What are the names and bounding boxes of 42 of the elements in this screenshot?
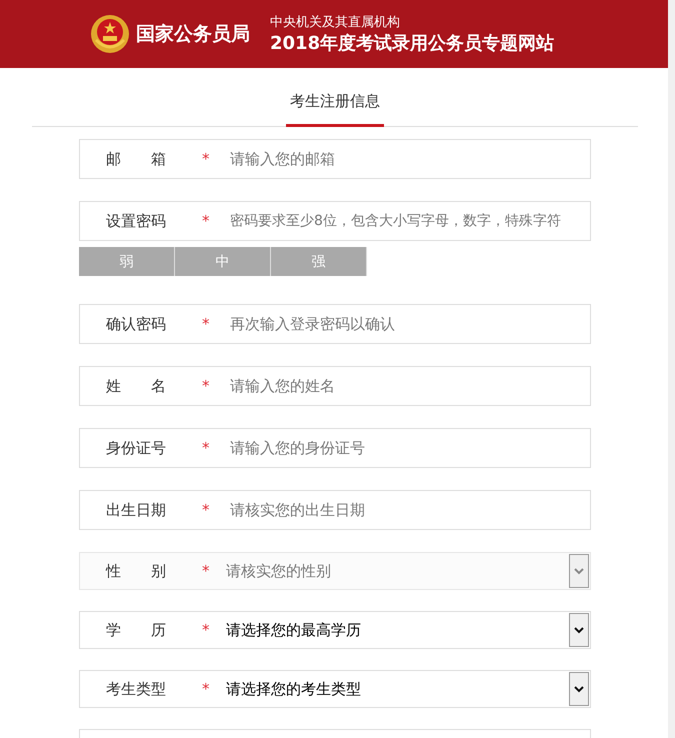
- input-field[interactable]: 请输入您的邮箱: [230, 150, 590, 168]
- field-label: 性 别: [106, 562, 167, 580]
- strength-segment: 强: [271, 247, 367, 276]
- required-mark: *: [202, 501, 210, 519]
- text-field[interactable]: 身份证号 * 请输入您的身份证号: [79, 428, 591, 468]
- select-value: 请核实您的性别: [226, 562, 332, 580]
- input-field[interactable]: 请输入您的身份证号: [230, 439, 590, 457]
- field-label: 学 历: [106, 620, 167, 640]
- required-mark: *: [202, 377, 210, 395]
- field-label: 邮 箱: [106, 150, 167, 168]
- input-field[interactable]: 请输入您的姓名: [230, 377, 590, 395]
- strength-segment: 中: [175, 247, 271, 276]
- field-label: 考生类型: [106, 680, 167, 698]
- select-value: 请选择您的考生类型: [226, 680, 362, 698]
- text-field[interactable]: 姓 名 * 请输入您的姓名: [79, 366, 591, 406]
- site-subtitle: 中央机关及其直属机构: [270, 14, 401, 31]
- text-field[interactable]: 邮 箱 * 请输入您的邮箱: [79, 139, 591, 179]
- input-field[interactable]: 请核实您的出生日期: [230, 501, 590, 519]
- input-field[interactable]: 密码要求至少8位，包含大小写字母，数字，特殊字符: [230, 213, 590, 229]
- required-mark: *: [202, 212, 210, 230]
- required-mark: *: [202, 150, 210, 168]
- required-mark: *: [202, 621, 210, 639]
- input-field[interactable]: 再次输入登录密码以确认: [230, 315, 590, 333]
- required-mark: *: [202, 315, 210, 333]
- field-label: 确认密码: [106, 314, 167, 334]
- text-field[interactable]: 出生日期 * 请核实您的出生日期: [79, 490, 591, 530]
- field-label: 身份证号: [106, 438, 167, 458]
- text-field[interactable]: 设置密码 * 密码要求至少8位，包含大小写字母，数字，特殊字符: [79, 201, 591, 241]
- required-mark: *: [202, 562, 210, 580]
- select-field[interactable]: 学 历 * 请选择您的最高学历: [79, 611, 591, 649]
- tab[interactable]: 考生注册信息: [286, 88, 384, 127]
- site-title: 2018年度考试录用公务员专题网站: [270, 32, 554, 55]
- required-mark: *: [202, 439, 210, 457]
- field-label: 设置密码: [106, 212, 167, 230]
- required-mark: *: [202, 680, 210, 698]
- field-label: 出生日期: [106, 500, 167, 520]
- select-field[interactable]: 考生类型 * 请选择您的考生类型: [79, 670, 591, 708]
- strength-segment: 弱: [79, 247, 175, 276]
- select-value: 请选择您的最高学历: [226, 620, 362, 640]
- org-name: 国家公务员局: [136, 22, 250, 47]
- text-field[interactable]: 确认密码 * 再次输入登录密码以确认: [79, 304, 591, 344]
- field-label: 姓 名: [106, 376, 167, 396]
